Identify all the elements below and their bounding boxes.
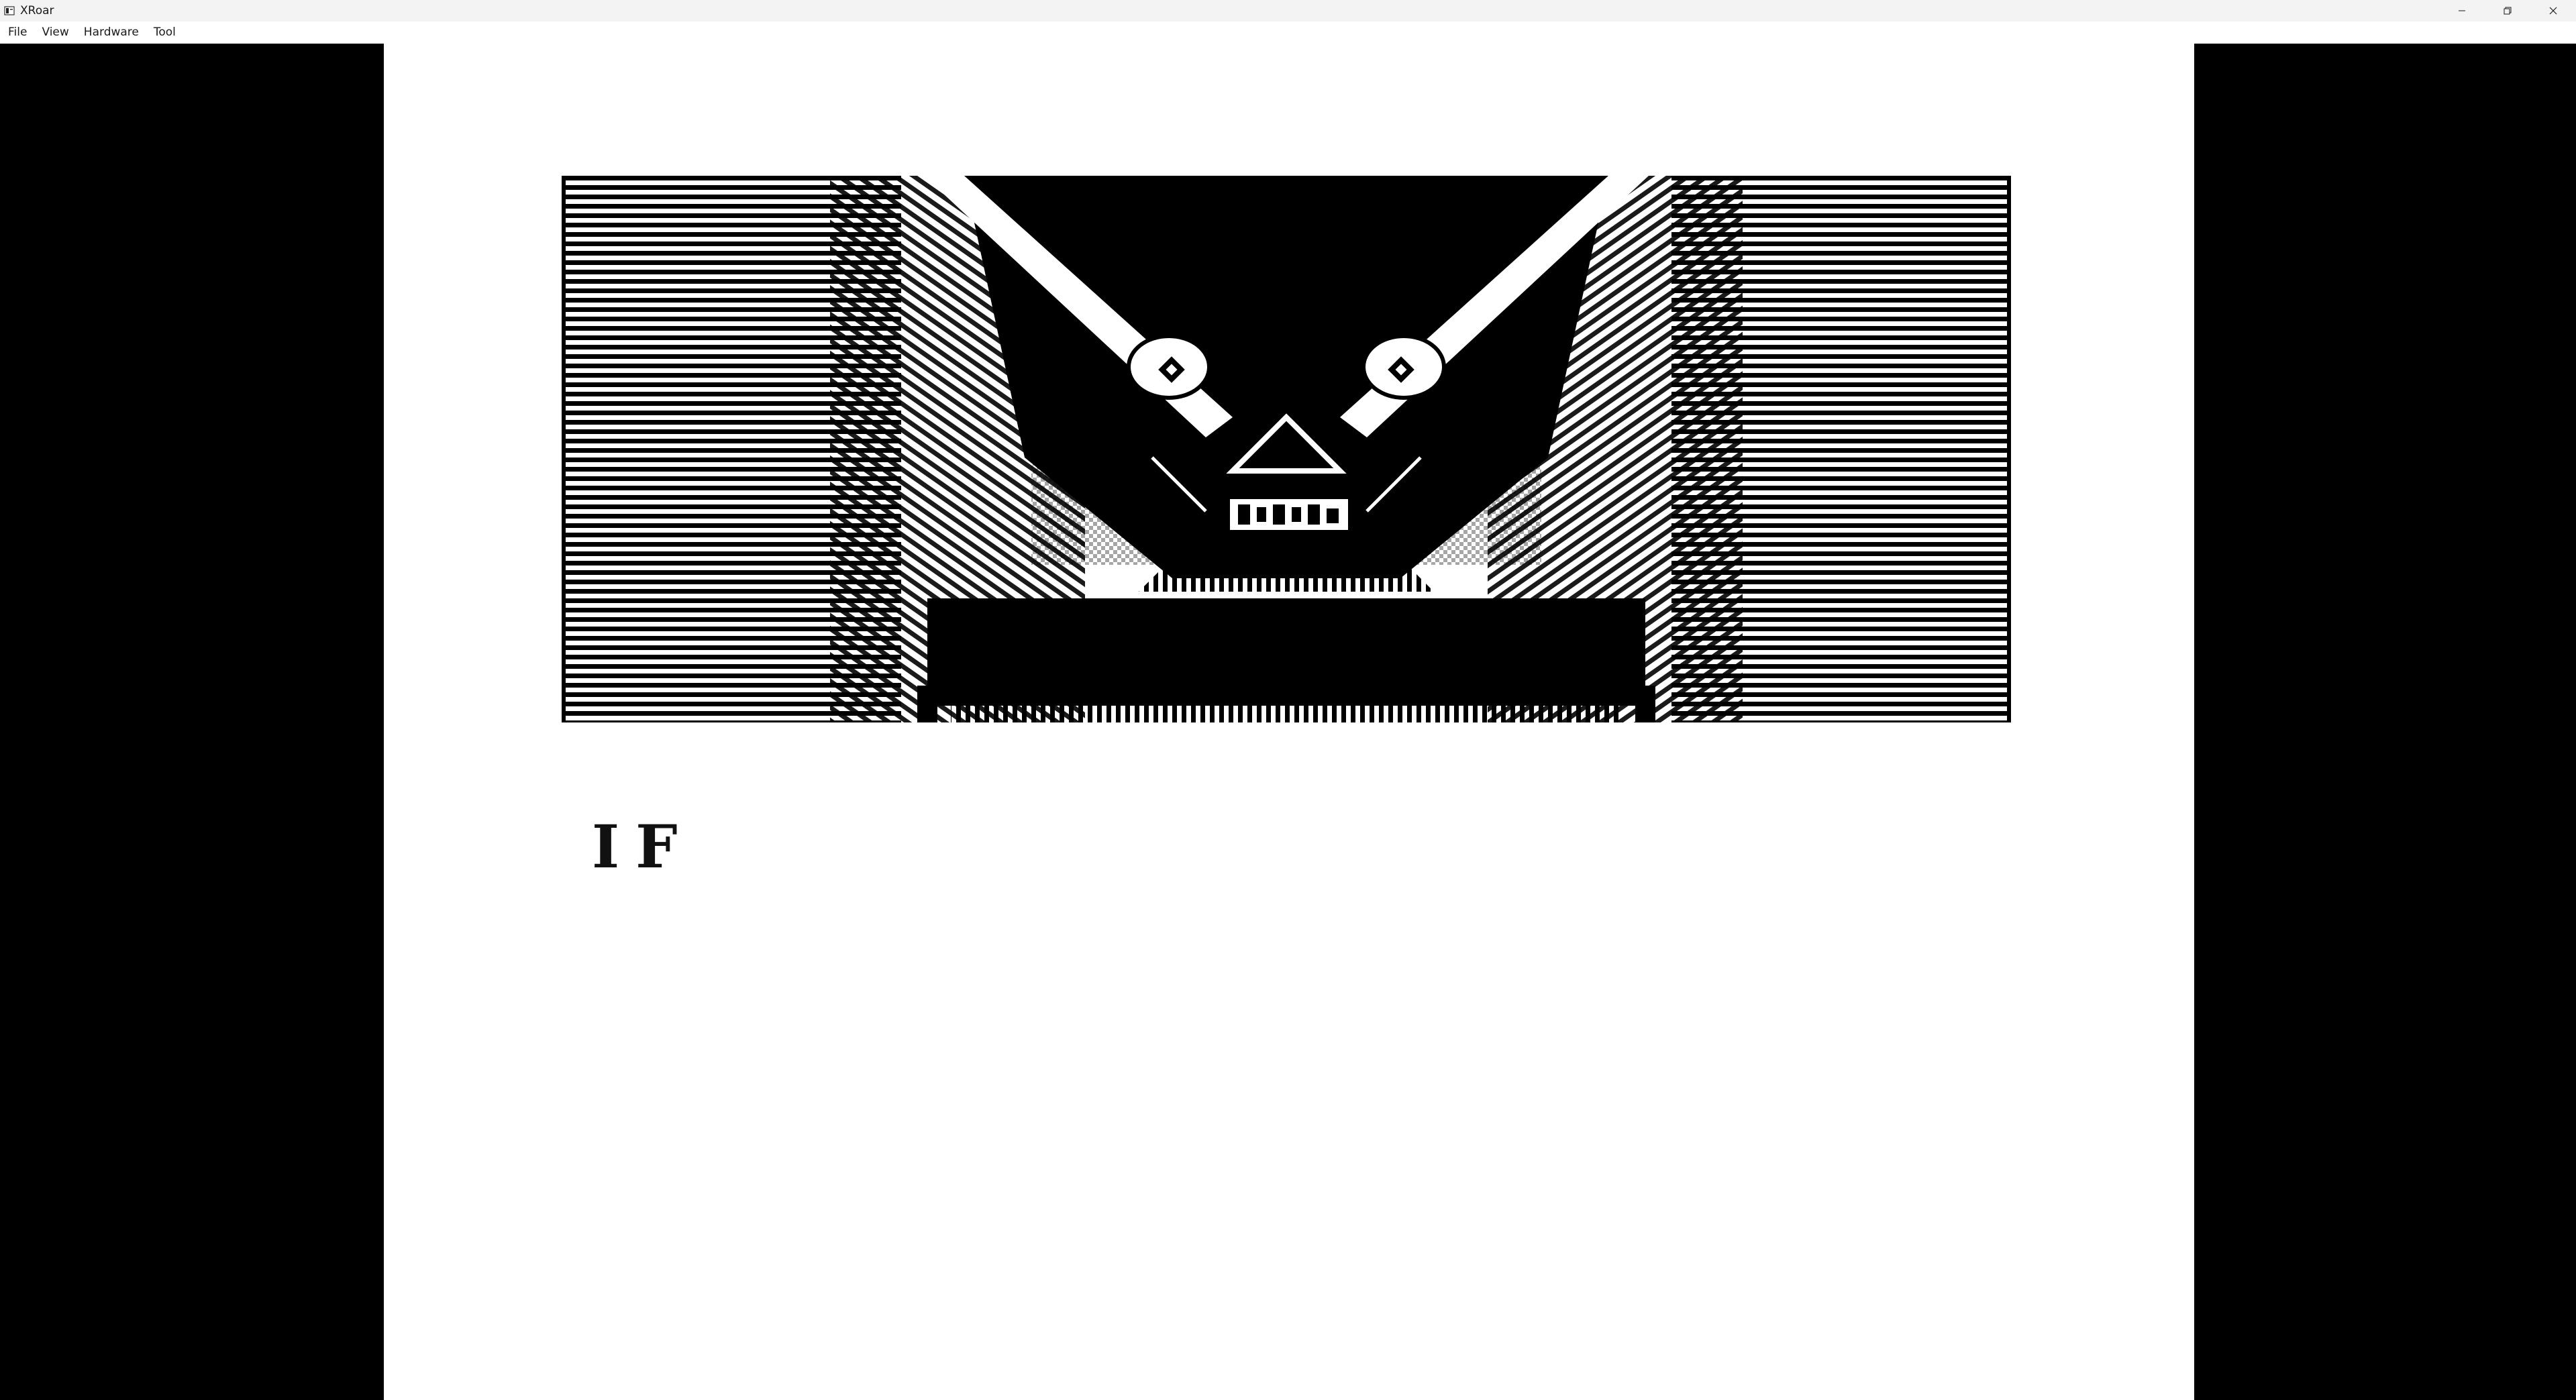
app-window: XRoar File View Hardware Tool IF <box>0 0 2576 1400</box>
window-title: XRoar <box>20 4 54 17</box>
right-eye <box>1361 334 1446 400</box>
minimize-icon <box>2457 6 2467 15</box>
game-graphic <box>562 176 2011 722</box>
game-prompt-text: IF <box>592 812 694 881</box>
menu-view[interactable]: View <box>34 21 75 44</box>
left-wall <box>562 176 566 722</box>
app-icon <box>4 5 15 16</box>
menu-bar: File View Hardware Tool <box>0 21 2576 44</box>
base-block <box>927 598 1645 706</box>
emulator-display[interactable]: IF <box>0 44 2576 1400</box>
close-button[interactable] <box>2530 0 2576 21</box>
menu-hardware[interactable]: Hardware <box>76 21 146 44</box>
menu-tool[interactable]: Tool <box>146 21 183 44</box>
minimize-button[interactable] <box>2439 0 2485 21</box>
close-icon <box>2548 6 2558 15</box>
left-eye <box>1127 334 1211 400</box>
emulated-screen[interactable]: IF <box>384 44 2194 1400</box>
window-controls <box>2439 0 2576 21</box>
restore-icon <box>2503 6 2512 15</box>
restore-button[interactable] <box>2485 0 2530 21</box>
right-wall <box>2007 176 2011 722</box>
mouth <box>1230 499 1348 530</box>
title-bar[interactable]: XRoar <box>0 0 2576 21</box>
menu-file[interactable]: File <box>0 21 34 44</box>
